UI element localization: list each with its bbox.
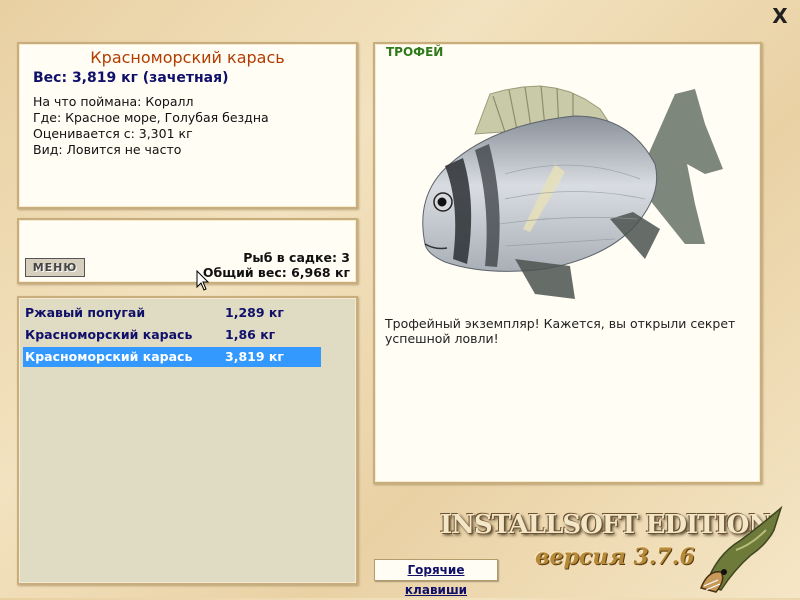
catch-name: Ржавый попугай <box>25 305 146 320</box>
catch-list[interactable]: Ржавый попугай 1,289 кг Красноморский ка… <box>17 296 358 585</box>
fish-count: Рыб в садке: 3 <box>243 250 350 265</box>
fish-weight: Вес: 3,819 кг (зачетная) <box>33 70 229 86</box>
rarity-info: Вид: Ловится не часто <box>33 142 182 157</box>
version-label: версия 3.7.6 <box>535 544 695 570</box>
mouse-cursor-icon <box>196 270 210 291</box>
fish-photo-panel: ТРОФЕЙ Трофейный экземпляр! Кажется, вы … <box>373 42 762 484</box>
total-weight: Общий вес: 6,968 кг <box>202 265 350 280</box>
hotkeys-button[interactable]: Горячие клавиши <box>374 559 498 597</box>
list-item[interactable]: Красноморский карась 1,86 кг <box>23 325 321 345</box>
brand-title: INSTALLSOFT EDITION <box>440 510 772 540</box>
menu-button[interactable]: МЕНЮ <box>25 258 85 277</box>
fish-title: Красноморский карась <box>90 48 285 67</box>
catch-weight: 1,86 кг <box>225 327 276 342</box>
close-icon[interactable]: X <box>770 6 790 26</box>
min-weight-info: Оценивается с: 3,301 кг <box>33 126 193 141</box>
list-item-selected[interactable]: Красноморский карась 3,819 кг <box>23 347 321 367</box>
fish-image <box>422 85 723 299</box>
fish-info-panel: Красноморский карась Вес: 3,819 кг (заче… <box>17 42 358 209</box>
catch-weight: 1,289 кг <box>225 305 284 320</box>
bait-info: На что поймана: Коралл <box>33 94 194 109</box>
catch-name: Красноморский карась <box>25 349 193 364</box>
pike-logo-icon <box>699 505 783 593</box>
list-item[interactable]: Ржавый попугай 1,289 кг <box>23 303 321 323</box>
catch-name: Красноморский карась <box>25 327 193 342</box>
location-info: Где: Красное море, Голубая бездна <box>33 110 269 125</box>
trophy-description: Трофейный экземпляр! Кажется, вы открыли… <box>385 316 736 346</box>
catch-weight: 3,819 кг <box>225 349 284 364</box>
cage-panel: МЕНЮ Рыб в садке: 3 Общий вес: 6,968 кг <box>17 218 358 284</box>
